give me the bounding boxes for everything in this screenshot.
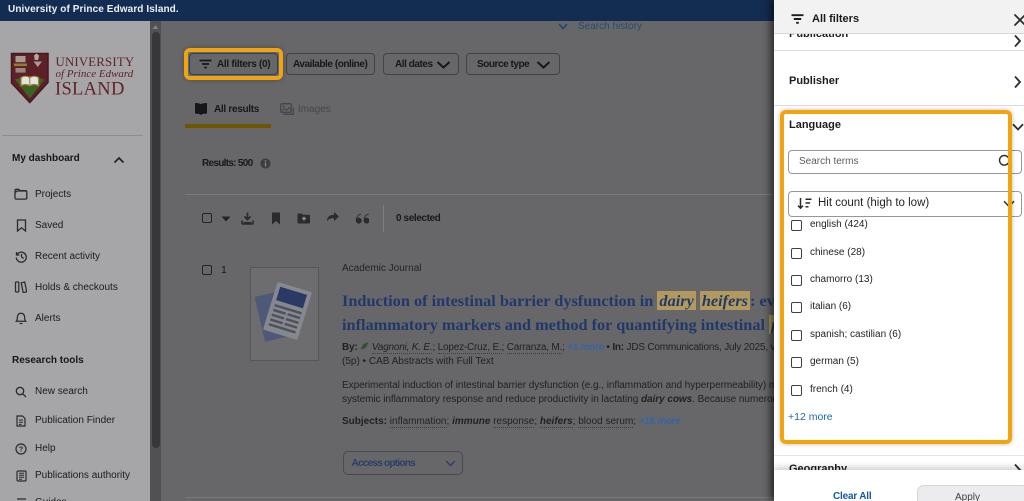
svg-text:UNIVERSITY: UNIVERSITY xyxy=(56,55,135,69)
svg-text:?: ? xyxy=(19,445,24,454)
svg-text:ISLAND: ISLAND xyxy=(55,80,125,100)
svg-text:of Prince Edward: of Prince Edward xyxy=(56,68,134,80)
